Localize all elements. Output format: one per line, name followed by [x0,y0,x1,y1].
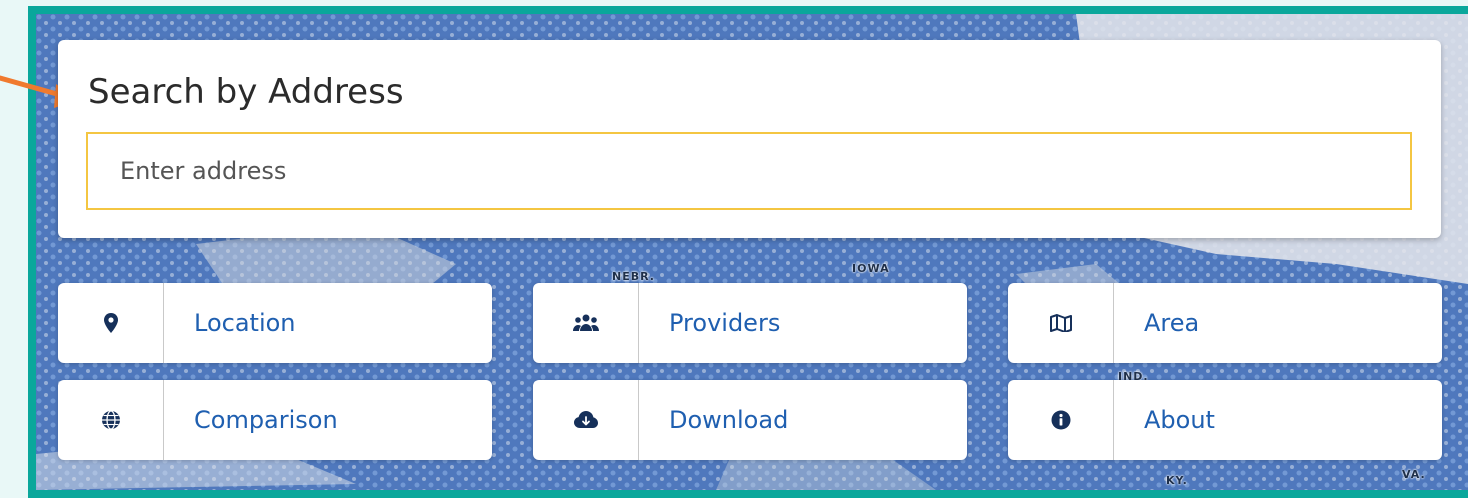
comparison-label: Comparison [194,406,338,434]
map-label-va: VA. [1402,468,1426,481]
cloud-download-icon [533,380,639,460]
comparison-button[interactable]: Comparison [58,380,492,460]
map-label-nebr: NEBR. [612,270,655,283]
map-marker-icon [58,283,164,363]
area-button[interactable]: Area [1008,283,1442,363]
users-icon [533,283,639,363]
download-label: Download [669,406,789,434]
search-title: Search by Address [88,72,404,112]
download-button[interactable]: Download [533,380,967,460]
about-label: About [1144,406,1215,434]
map-label-ky: KY. [1166,474,1188,487]
globe-icon [58,380,164,460]
providers-button[interactable]: Providers [533,283,967,363]
location-label: Location [194,309,296,337]
providers-label: Providers [669,309,781,337]
search-panel: Search by Address [58,40,1441,238]
area-label: Area [1144,309,1200,337]
map-icon [1008,283,1114,363]
address-search-input[interactable] [86,132,1412,210]
map-label-iowa: IOWA [852,262,890,275]
location-button[interactable]: Location [58,283,492,363]
about-button[interactable]: About [1008,380,1442,460]
info-circle-icon [1008,380,1114,460]
